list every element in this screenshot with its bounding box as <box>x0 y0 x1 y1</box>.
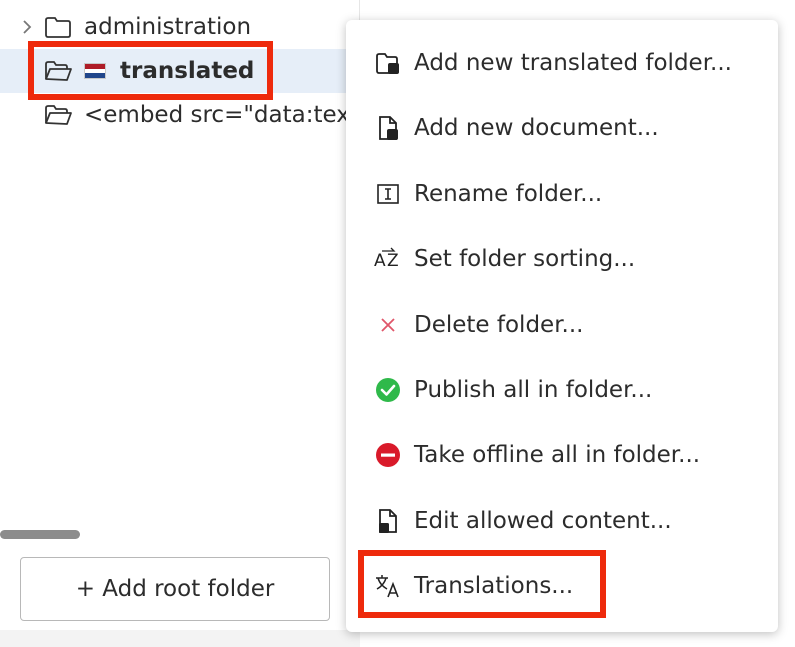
menu-item-label: Edit allowed content... <box>414 508 672 534</box>
publish-check-icon <box>374 376 402 404</box>
menu-item-add-translated-folder[interactable]: Add new translated folder... <box>346 36 778 90</box>
menu-item-publish-all[interactable]: Publish all in folder... <box>346 363 778 417</box>
folder-open-icon <box>45 61 72 81</box>
folder-tree-panel: administration translated <embed src="da… <box>0 0 360 647</box>
folder-open-icon <box>45 105 72 125</box>
menu-item-add-document[interactable]: Add new document... <box>346 101 778 155</box>
rename-icon <box>374 180 402 208</box>
tree-item-label: translated <box>120 58 255 84</box>
menu-item-rename-folder[interactable]: Rename folder... <box>346 167 778 221</box>
sort-az-icon: A Z <box>374 245 402 273</box>
svg-text:A: A <box>374 251 386 271</box>
delete-x-icon <box>374 311 402 339</box>
menu-item-label: Rename folder... <box>414 181 603 207</box>
panel-footer <box>0 630 360 647</box>
offline-minus-icon <box>374 441 402 469</box>
menu-item-label: Publish all in folder... <box>414 377 653 403</box>
netherlands-flag-icon <box>84 63 106 79</box>
svg-text:Z: Z <box>387 251 399 271</box>
menu-item-delete-folder[interactable]: Delete folder... <box>346 298 778 352</box>
tree-item-label: administration <box>84 14 252 40</box>
allowed-content-icon <box>374 507 402 535</box>
chevron-right-icon[interactable] <box>20 17 34 37</box>
add-document-icon <box>374 114 402 142</box>
horizontal-scrollbar[interactable] <box>0 530 80 539</box>
menu-item-edit-allowed-content[interactable]: Edit allowed content... <box>346 494 778 548</box>
menu-item-take-offline-all[interactable]: Take offline all in folder... <box>346 428 778 482</box>
add-folder-icon <box>374 49 402 77</box>
tree-item-embed[interactable]: <embed src="data:tex <box>0 93 360 137</box>
tree-item-label: <embed src="data:tex <box>84 102 350 128</box>
add-root-folder-button[interactable]: + Add root folder <box>20 557 330 621</box>
menu-item-label: Add new translated folder... <box>414 50 732 76</box>
menu-item-label: Take offline all in folder... <box>414 442 701 468</box>
tree-item-translated[interactable]: translated <box>0 49 360 93</box>
menu-item-label: Set folder sorting... <box>414 246 636 272</box>
translate-icon <box>374 572 402 600</box>
menu-item-folder-sorting[interactable]: A Z Set folder sorting... <box>346 232 778 286</box>
menu-item-label: Translations... <box>414 573 574 599</box>
context-menu: Add new translated folder... Add new doc… <box>346 20 778 632</box>
menu-item-translations[interactable]: Translations... <box>346 559 778 613</box>
menu-item-label: Delete folder... <box>414 312 584 338</box>
tree-item-administration[interactable]: administration <box>0 5 360 49</box>
menu-item-label: Add new document... <box>414 115 659 141</box>
folder-icon <box>45 17 71 38</box>
